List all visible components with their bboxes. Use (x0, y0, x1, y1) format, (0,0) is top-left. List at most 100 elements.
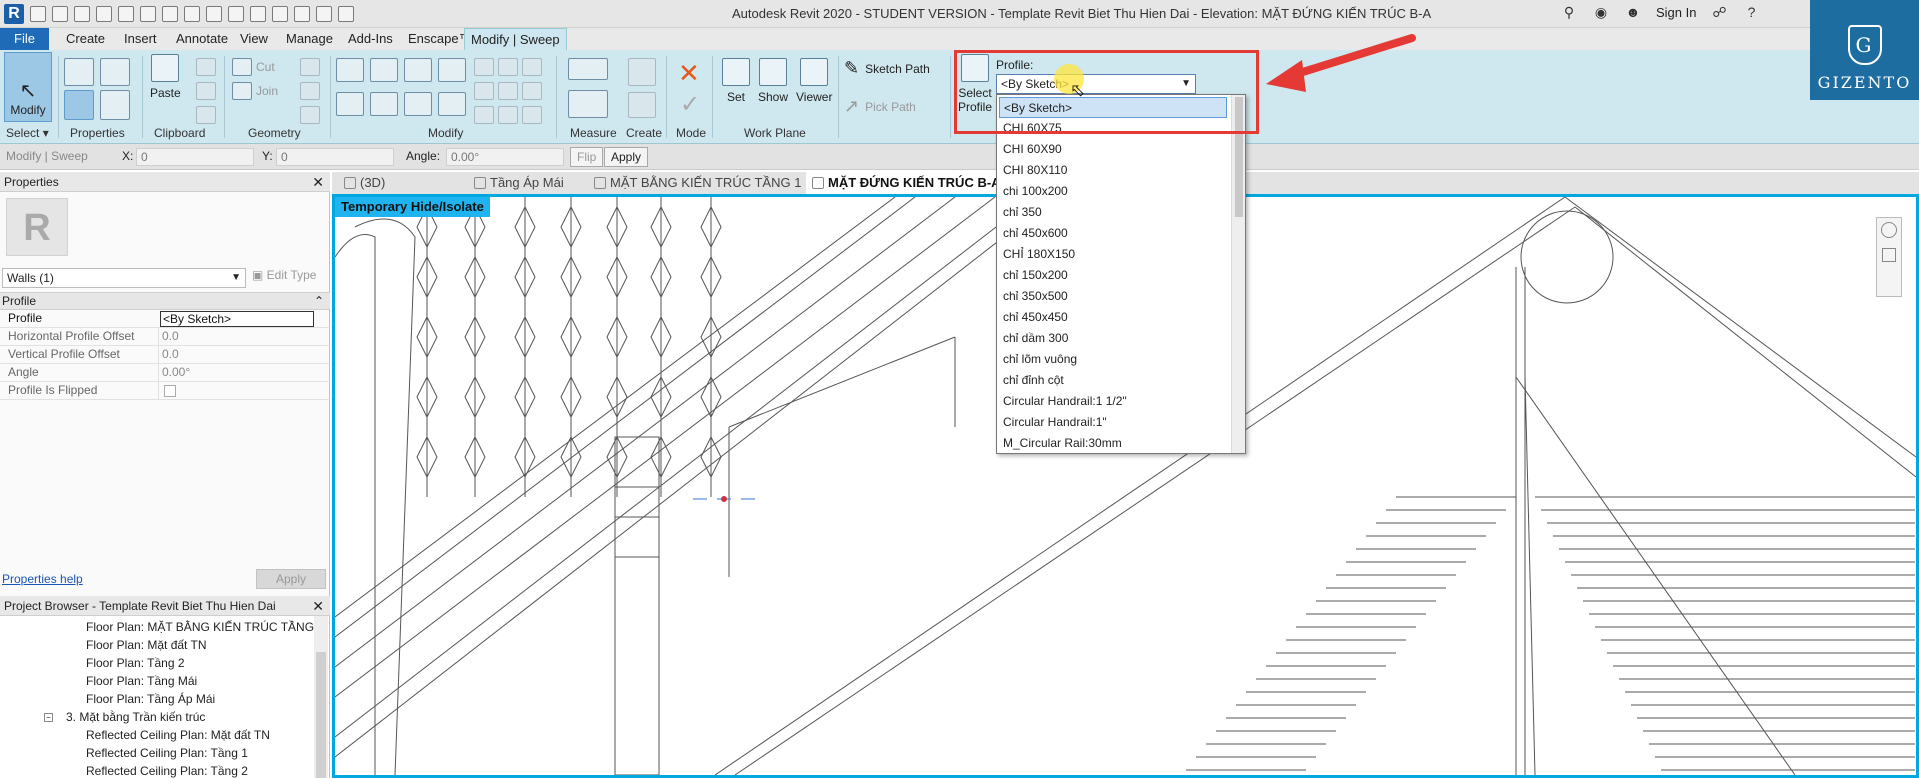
split-gap-icon[interactable] (498, 58, 518, 76)
sign-in-link[interactable]: Sign In (1656, 5, 1696, 20)
tree-item[interactable]: Reflected Ceiling Plan: Tầng 1 (86, 746, 248, 760)
mirror-axis-icon[interactable] (404, 58, 432, 82)
create-parts-icon[interactable] (628, 92, 656, 118)
navigation-bar[interactable] (1876, 217, 1902, 297)
tab-manage[interactable]: Manage (280, 28, 339, 50)
profile-option[interactable]: chi 100x200 (999, 181, 1227, 202)
array-icon[interactable] (474, 82, 494, 100)
create-similar-icon[interactable] (628, 58, 656, 86)
tab-modify-sweep[interactable]: Modify | Sweep (464, 28, 567, 50)
match-type-icon[interactable] (196, 106, 216, 124)
profile-option[interactable]: chỉ 450x600 (999, 223, 1227, 244)
edit-type-button[interactable]: ▣ Edit Type (252, 268, 316, 282)
view-tab-mat-dung[interactable]: MẶT ĐỨNG KIẾN TRÚC B-A (806, 172, 1002, 194)
measure-distance-icon[interactable] (568, 58, 608, 80)
properties-icon[interactable] (64, 58, 94, 86)
trim-single-icon[interactable] (474, 106, 494, 124)
profile-option[interactable]: chỉ lõm vuông (999, 349, 1227, 370)
collapse-icon[interactable]: ⌃ (314, 293, 324, 309)
close-icon[interactable]: ✕ (312, 172, 324, 192)
scale-icon[interactable] (498, 82, 518, 100)
save-icon[interactable] (52, 6, 68, 22)
open-icon[interactable] (30, 6, 46, 22)
wall-joins-icon[interactable] (300, 58, 320, 76)
show-work-plane-button[interactable]: Show (758, 58, 788, 104)
profile-option[interactable]: Circular Handrail:1 1/2" (999, 391, 1227, 412)
properties-apply-button[interactable]: Apply (256, 569, 326, 589)
flipped-checkbox[interactable] (164, 385, 176, 397)
search-icon[interactable]: ⚲ (1560, 4, 1578, 20)
measure-along-icon[interactable] (568, 90, 608, 118)
zoom-icon[interactable] (1882, 248, 1896, 262)
select-dropdown[interactable]: Select ▾ (6, 126, 49, 140)
paint-icon[interactable] (300, 106, 320, 124)
tree-item-group[interactable]: 3. Mặt bằng Trần kiến trúc (66, 710, 205, 724)
copy-icon[interactable] (196, 82, 216, 100)
tab-add-ins[interactable]: Add-Ins (342, 28, 399, 50)
mirror-draw-icon[interactable] (438, 58, 466, 82)
close-hidden-icon[interactable] (316, 6, 332, 22)
prop-value[interactable]: 0.0 (162, 346, 179, 363)
move-icon[interactable] (336, 92, 364, 116)
tab-create[interactable]: Create (60, 28, 111, 50)
properties-help-link[interactable]: Properties help (2, 572, 83, 586)
tab-file[interactable]: File (0, 28, 49, 50)
cancel-edit-mode-icon[interactable]: ✕ (678, 58, 700, 89)
tree-item[interactable]: Floor Plan: MẶT BẰNG KIẾN TRÚC TẦNG 1 (86, 620, 324, 634)
help-icon[interactable]: ? (1742, 4, 1760, 20)
tree-item[interactable]: Reflected Ceiling Plan: Tầng 2 (86, 764, 248, 778)
rotate-icon[interactable] (404, 92, 432, 116)
align-icon[interactable] (336, 58, 364, 82)
user-icon[interactable]: ☻ (1624, 4, 1642, 20)
trim-extend-icon[interactable] (438, 92, 466, 116)
view-tab-mat-bang[interactable]: MẶT BẰNG KIẾN TRÚC TẦNG 1 (588, 172, 802, 194)
tree-item[interactable]: Floor Plan: Tầng 2 (86, 656, 185, 670)
close-icon[interactable]: ✕ (312, 596, 324, 616)
cart-icon[interactable]: ☍ (1710, 4, 1728, 20)
tab-view[interactable]: View (234, 28, 274, 50)
profile-option[interactable]: Circular Handrail:1" (999, 412, 1227, 433)
type-selector[interactable]: Walls (1) ▼ (2, 268, 246, 288)
profile-option[interactable]: chỉ đỉnh cột (999, 370, 1227, 391)
type-properties-icon[interactable] (100, 58, 130, 86)
cut-icon[interactable] (196, 58, 216, 76)
pin-icon[interactable] (522, 58, 542, 76)
cope-icon[interactable] (232, 58, 252, 76)
prop-group-profile[interactable]: Profile ⌃ (0, 292, 330, 310)
sync-icon[interactable] (74, 6, 90, 22)
delete-icon[interactable] (522, 106, 542, 124)
view-tab-tang-ap-mai[interactable]: Tầng Áp Mái (468, 172, 574, 194)
trim-multiple-icon[interactable] (498, 106, 518, 124)
paste-button[interactable]: Paste (150, 54, 181, 100)
sketch-path-button[interactable]: ✎ Sketch Path (844, 58, 930, 79)
collapse-icon[interactable]: − (44, 713, 53, 722)
unpin-icon[interactable] (522, 82, 542, 100)
steering-wheel-icon[interactable] (1881, 222, 1897, 238)
prop-row-profile[interactable]: Profile <By Sketch> (0, 310, 330, 328)
prop-value[interactable]: 0.00° (162, 364, 190, 381)
text-icon[interactable] (228, 6, 244, 22)
prop-value-input[interactable]: <By Sketch> (160, 311, 314, 327)
angle-input[interactable]: 0.00° (446, 148, 564, 166)
tab-annotate[interactable]: Annotate (170, 28, 234, 50)
flip-button[interactable]: Flip (570, 147, 604, 167)
prop-row-angle[interactable]: Angle 0.00° (0, 364, 330, 382)
dimension-icon[interactable] (184, 6, 200, 22)
join-icon[interactable] (232, 82, 252, 100)
x-input[interactable]: 0 (136, 148, 254, 166)
redo-icon[interactable] (118, 6, 134, 22)
thin-lines-icon[interactable] (294, 6, 310, 22)
profile-option[interactable]: chỉ dầm 300 (999, 328, 1227, 349)
switch-windows-icon[interactable] (338, 6, 354, 22)
binoculars-icon[interactable]: ◉ (1592, 4, 1610, 20)
family-types-icon[interactable] (64, 90, 94, 120)
3d-view-icon[interactable] (250, 6, 266, 22)
browser-scrollbar[interactable] (314, 616, 328, 778)
tree-item[interactable]: Floor Plan: Tầng Mái (86, 674, 197, 688)
tab-insert[interactable]: Insert (118, 28, 163, 50)
modify-button[interactable]: ↖ Modify (4, 52, 52, 122)
undo-icon[interactable] (96, 6, 112, 22)
section-icon[interactable] (272, 6, 288, 22)
profile-list-scrollbar[interactable] (1231, 95, 1245, 453)
pick-path-button[interactable]: ↗ Pick Path (844, 96, 916, 117)
